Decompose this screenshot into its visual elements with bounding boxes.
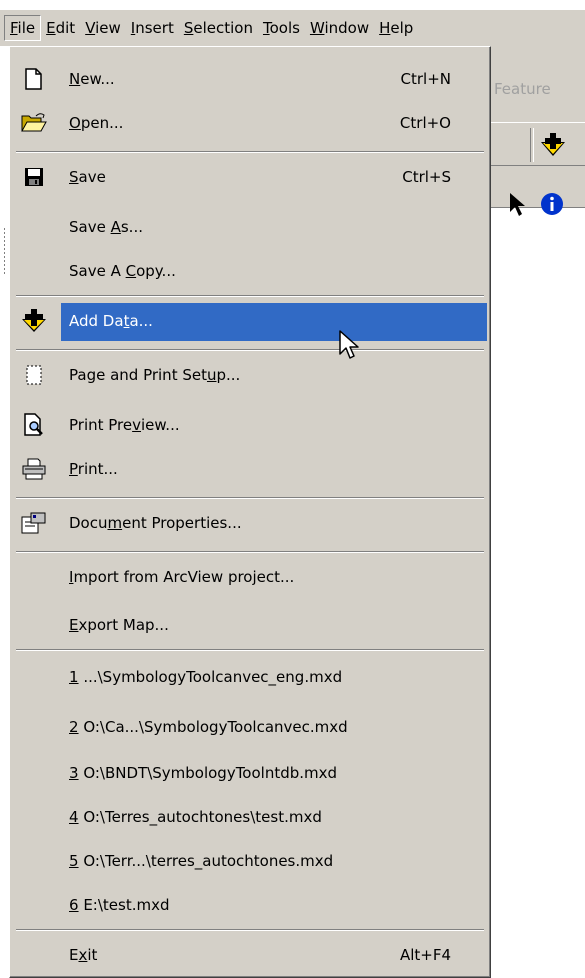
menu-item-label: Save [69,168,106,186]
page-setup-icon [19,361,49,389]
menu-item-export-map[interactable]: Export Map... [13,603,487,647]
toolbar-grip [4,228,7,274]
menu-item-label: New... [69,70,115,88]
file-menu-dropdown: New... Ctrl+N Open... Ctrl+O Save Ctrl+S… [9,46,491,978]
menu-item-save-as[interactable]: Save As... [13,205,487,249]
identify-info-icon[interactable] [540,192,564,220]
mouse-cursor-icon [338,330,360,366]
add-data-toolbar-icon[interactable] [536,128,570,162]
menu-item-label: Document Properties... [69,514,242,532]
menu-separator [16,929,484,931]
menu-item-label: 2 O:\Ca...\SymbologyToolcanvec.mxd [69,718,348,736]
menu-edit[interactable]: Edit [41,15,80,41]
menu-file[interactable]: File [4,15,42,41]
menu-item-label: Save A Copy... [69,262,176,280]
menu-item-page-print-setup[interactable]: Page and Print Setup... [13,353,487,397]
menu-item-exit[interactable]: Exit Alt+F4 [13,933,487,977]
menu-separator [16,349,484,351]
document-properties-icon [19,509,49,537]
recent-file-5[interactable]: 5 O:\Terr...\terres_autochtones.mxd [13,839,487,883]
menu-item-label: Exit [69,946,98,964]
print-preview-icon [19,411,49,439]
menu-help[interactable]: Help [374,15,418,41]
recent-file-3[interactable]: 3 O:\BNDT\SymbologyToolntdb.mxd [13,751,487,795]
menu-item-label: 3 O:\BNDT\SymbologyToolntdb.mxd [69,764,338,782]
menu-tools[interactable]: Tools [258,15,305,41]
recent-file-1[interactable]: 1 ...\SymbologyToolcanvec_eng.mxd [13,655,487,699]
add-data-icon [19,307,49,335]
printer-icon [19,455,49,483]
menu-item-add-data[interactable]: Add Data... [13,299,487,343]
menu-item-label: Export Map... [69,616,169,634]
menu-item-label: Open... [69,114,124,132]
menu-item-label: 5 O:\Terr...\terres_autochtones.mxd [69,852,334,870]
save-disk-icon [19,163,49,191]
menu-insert[interactable]: Insert [126,15,179,41]
recent-file-6[interactable]: 6 E:\test.mxd [13,883,487,927]
menu-item-label: Page and Print Setup... [69,366,241,384]
select-arrow-icon[interactable] [508,192,530,222]
menu-item-label: Save As... [69,218,143,236]
menu-item-new[interactable]: New... Ctrl+N [13,57,487,101]
menu-window[interactable]: Window [305,15,374,41]
menu-selection[interactable]: Selection [179,15,258,41]
menu-separator [16,151,484,153]
menu-bar: File Edit View Insert Selection Tools Wi… [0,10,585,46]
menu-item-import-arcview[interactable]: Import from ArcView project... [13,555,487,599]
recent-file-4[interactable]: 4 O:\Terres_autochtones\test.mxd [13,795,487,839]
menu-separator [16,295,484,297]
menu-item-save-a-copy[interactable]: Save A Copy... [13,249,487,293]
menu-separator [16,551,484,553]
menu-item-label: Import from ArcView project... [69,568,295,586]
toolbar-separator [530,128,534,162]
menu-item-save[interactable]: Save Ctrl+S [13,155,487,199]
menu-item-label: 1 ...\SymbologyToolcanvec_eng.mxd [69,668,343,686]
menu-item-label: Print Preview... [69,416,180,434]
menu-item-print-preview[interactable]: Print Preview... [13,403,487,447]
shortcut-label: Ctrl+O [399,114,451,132]
menu-item-label: 4 O:\Terres_autochtones\test.mxd [69,808,322,826]
recent-file-2[interactable]: 2 O:\Ca...\SymbologyToolcanvec.mxd [13,705,487,749]
open-folder-icon [19,109,49,137]
menu-item-document-properties[interactable]: Document Properties... [13,501,487,545]
menu-separator [16,497,484,499]
menu-item-print[interactable]: Print... [13,447,487,491]
menu-item-label: Print... [69,460,118,478]
menu-item-label: Add Data... [69,312,153,330]
shortcut-label: Alt+F4 [399,946,451,964]
window-left-edge [0,46,4,978]
menu-view[interactable]: View [80,15,126,41]
shortcut-label: Ctrl+N [400,70,451,88]
menu-separator [16,649,484,651]
new-document-icon [19,65,49,93]
menu-item-open[interactable]: Open... Ctrl+O [13,101,487,145]
menu-item-label: 6 E:\test.mxd [69,896,170,914]
shortcut-label: Ctrl+S [402,168,451,186]
